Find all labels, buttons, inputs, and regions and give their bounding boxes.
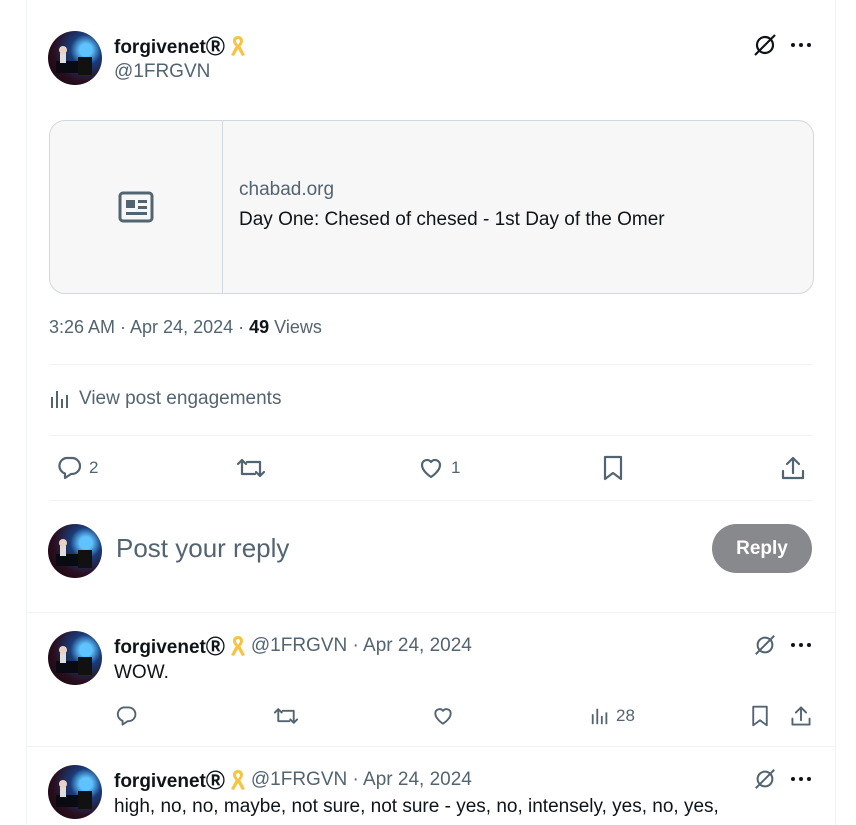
reply-bookmark-action[interactable] (749, 704, 771, 728)
article-icon (118, 191, 154, 223)
reply-meta[interactable]: @1FRGVN · Apr 24, 2024 (251, 769, 472, 791)
like-count: 1 (451, 458, 461, 477)
reply-like-action[interactable] (431, 704, 455, 728)
reply-avatar[interactable] (48, 631, 102, 685)
reply-text: high, no, no, maybe, not sure, not sure … (114, 796, 719, 817)
reply-views-count: 28 (616, 706, 635, 725)
author-name[interactable]: forgivenetⓇ (114, 32, 225, 59)
reply-share-action[interactable] (789, 704, 813, 728)
bookmark-icon (749, 704, 771, 728)
link-card-thumbnail (50, 121, 223, 293)
reply-input[interactable]: Post your reply (116, 533, 289, 564)
more-icon[interactable] (790, 34, 812, 56)
views-label: Views (269, 317, 322, 337)
divider (49, 500, 813, 501)
link-card[interactable]: chabad.org Day One: Chesed of chesed - 1… (49, 120, 814, 294)
share-icon (789, 704, 813, 728)
analytics-icon (590, 705, 610, 727)
link-card-domain: chabad.org (239, 179, 335, 200)
reply-views-action[interactable]: 28 (590, 705, 635, 727)
share-action[interactable] (779, 454, 807, 482)
divider (49, 364, 813, 365)
link-card-title: Day One: Chesed of chesed - 1st Day of t… (239, 209, 665, 230)
reply-meta[interactable]: @1FRGVN · Apr 24, 2024 (251, 635, 472, 657)
ribbon-icon (229, 768, 247, 792)
reply-button[interactable]: Reply (712, 524, 812, 573)
ribbon-icon (229, 34, 247, 58)
reply-icon (114, 704, 138, 728)
bookmark-icon (600, 454, 626, 482)
author-name-row: forgivenetⓇ (114, 32, 247, 59)
grok-icon[interactable] (752, 32, 778, 58)
post-timestamp[interactable]: 3:26 AM · Apr 24, 2024 · (49, 317, 249, 337)
heart-icon (417, 454, 445, 482)
author-handle[interactable]: @1FRGVN (114, 61, 210, 83)
reply-icon (55, 454, 83, 482)
repost-icon (272, 704, 300, 728)
post-column: forgivenetⓇ @1FRGVN chabad.org Day One: … (26, 0, 836, 825)
more-icon[interactable] (790, 634, 812, 656)
views-count: 49 (249, 317, 270, 337)
reply-count: 2 (89, 458, 99, 477)
reply-header: forgivenetⓇ @1FRGVN · Apr 24, 2024 (114, 766, 472, 793)
reply-author-name[interactable]: forgivenetⓇ (114, 766, 225, 793)
heart-icon (431, 704, 455, 728)
divider (49, 435, 813, 436)
reply-author-name[interactable]: forgivenetⓇ (114, 632, 225, 659)
repost-action[interactable] (235, 454, 267, 482)
composer-avatar[interactable] (48, 524, 102, 578)
reply-action[interactable]: 2 (55, 454, 98, 482)
grok-icon[interactable] (753, 633, 777, 657)
divider (27, 612, 835, 613)
like-action[interactable]: 1 (417, 454, 460, 482)
reply-text: WOW. (114, 662, 169, 683)
reply-reply-action[interactable] (114, 704, 138, 728)
repost-icon (235, 454, 267, 482)
divider (27, 746, 835, 747)
more-icon[interactable] (790, 768, 812, 790)
view-engagements-label: View post engagements (79, 388, 282, 409)
grok-icon[interactable] (753, 767, 777, 791)
analytics-icon (49, 388, 71, 410)
reply-avatar[interactable] (48, 765, 102, 819)
ribbon-icon (229, 634, 247, 658)
bookmark-action[interactable] (600, 454, 626, 482)
reply-header: forgivenetⓇ @1FRGVN · Apr 24, 2024 (114, 632, 472, 659)
author-avatar[interactable] (48, 31, 102, 85)
post-meta: 3:26 AM · Apr 24, 2024 · 49 Views (49, 317, 322, 338)
reply-repost-action[interactable] (272, 704, 300, 728)
view-engagements-link[interactable]: View post engagements (49, 388, 281, 410)
share-icon (779, 454, 807, 482)
